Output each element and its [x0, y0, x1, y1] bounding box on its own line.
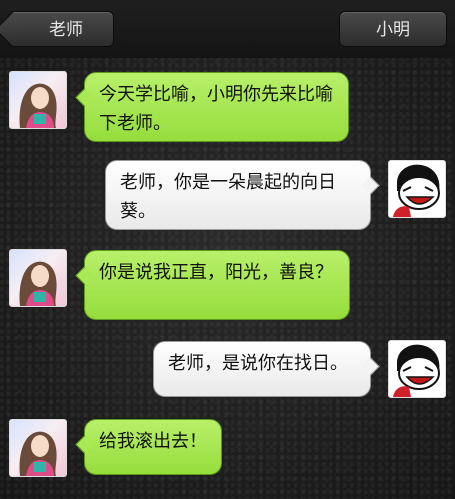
bubble-tail	[361, 176, 380, 195]
xiaoming-avatar[interactable]	[388, 160, 446, 218]
message-text: 今天学比喻，小明你先来比喻下老师。	[99, 84, 333, 134]
bubble-tail	[75, 266, 94, 285]
teacher-avatar[interactable]	[9, 71, 67, 129]
message-text: 给我滚出去！	[99, 431, 207, 452]
message-bubble-teacher[interactable]: 今天学比喻，小明你先来比喻下老师。	[75, 72, 349, 142]
bubble-tail	[75, 88, 94, 107]
xiaoming-avatar[interactable]	[388, 340, 446, 398]
message-bubble-xiaoming[interactable]: 老师，你是一朵晨起的向日葵。	[105, 160, 380, 230]
message-text: 老师，你是一朵晨起的向日葵。	[120, 172, 336, 222]
message-bubble-teacher[interactable]: 给我滚出去！	[75, 419, 222, 475]
message-bubble-xiaoming[interactable]: 老师，是说你在找日。	[153, 341, 380, 397]
bubble-tail	[75, 435, 94, 454]
back-arrow-icon	[0, 11, 31, 48]
message-text: 你是说我正直，阳光，善良？	[99, 262, 333, 283]
contact-button[interactable]: 小明	[339, 11, 447, 47]
back-button-label: 老师	[49, 20, 83, 40]
teacher-avatar[interactable]	[9, 249, 67, 307]
message-bubble-teacher[interactable]: 你是说我正直，阳光，善良？	[75, 250, 350, 320]
back-button[interactable]: 老师	[0, 11, 114, 48]
teacher-avatar[interactable]	[9, 419, 67, 477]
message-text: 老师，是说你在找日。	[168, 353, 348, 374]
bubble-tail	[361, 357, 380, 376]
title-bar: 老师 小明	[0, 0, 455, 58]
